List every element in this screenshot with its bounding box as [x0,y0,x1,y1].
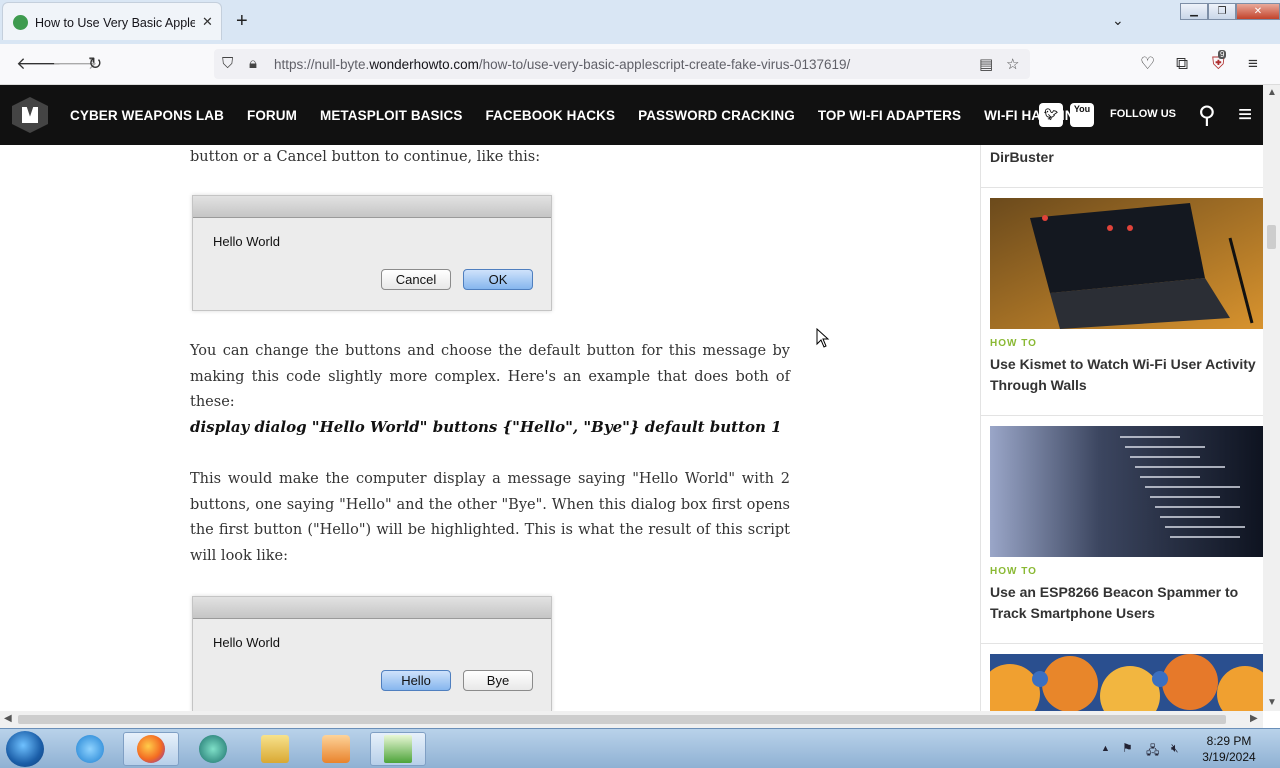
reader-view-icon[interactable]: ▤ [979,55,993,73]
start-button[interactable] [6,731,44,767]
mouse-cursor-icon [816,328,830,348]
sidebar-article-title[interactable]: Use an ESP8266 Beacon Spammer to Track S… [990,582,1263,624]
sidebar-article-title[interactable]: DirBuster [990,147,1263,168]
taskbar-internet-explorer[interactable] [62,732,118,766]
close-window-button[interactable]: ✕ [1236,3,1280,20]
internet-explorer-icon [76,735,104,763]
ok-button: OK [463,269,533,290]
script-editor-icon [384,735,412,763]
app-globe-icon [199,735,227,763]
nav-link-facebook-hacks[interactable]: FACEBOOK HACKS [485,108,615,123]
navigation-toolbar: 🡐 🡒 ↻ ⛉ 🔒︎ https://null-byte.wonderhowto… [0,44,1280,85]
sidebar-thumbnail-laptop[interactable] [990,198,1263,329]
taskbar-app[interactable] [185,732,241,766]
cancel-button: Cancel [381,269,451,290]
site-header: CYBER WEAPONS LAB FORUM METASPLOIT BASIC… [0,85,1263,145]
scroll-up-icon[interactable]: ▲ [1267,87,1277,98]
article-paragraph: This would make the computer display a m… [190,471,790,564]
site-favicon-icon [13,15,28,30]
nav-link-password-cracking[interactable]: PASSWORD CRACKING [638,108,795,123]
nav-link-top-wifi-adapters[interactable]: TOP WI-FI ADAPTERS [818,108,961,123]
dialog-message: Hello World [213,635,280,650]
taskbar-firefox[interactable] [123,732,179,766]
vertical-scroll-thumb[interactable] [1267,225,1276,249]
article-paragraph: You can change the buttons and choose th… [190,343,790,410]
taskbar-script-editor[interactable] [370,732,426,766]
volume-muted-icon[interactable]: 🔇︎ [1171,741,1179,756]
address-bar[interactable]: ⛉ 🔒︎ https://null-byte.wonderhowto.com/h… [214,49,1030,79]
wonderhowto-logo-icon[interactable] [12,97,48,133]
horizontal-scroll-thumb[interactable] [18,715,1226,724]
action-center-flag-icon[interactable]: ⚑ [1122,741,1133,755]
youtube-icon[interactable]: You [1070,103,1094,127]
vertical-scrollbar[interactable]: ▲ ▼ [1263,85,1280,711]
tab-title: How to Use Very Basic AppleScri [35,16,195,30]
code-snippet: display dialog "Hello World" buttons {"H… [190,418,782,436]
folder-icon [261,735,289,763]
follow-us-label: FOLLOW US [1110,108,1176,120]
show-hidden-icons[interactable]: ▲ [1101,743,1110,753]
tab-bar: How to Use Very Basic AppleScri ✕ + ⌄ ▁ … [0,0,1280,44]
network-icon[interactable]: 🖧︎ [1146,741,1159,762]
search-icon[interactable]: ⚲ [1198,101,1216,130]
minimize-button[interactable]: ▁ [1180,3,1208,20]
lock-icon[interactable]: 🔒︎ [249,55,257,72]
sidebar-divider [980,187,1263,188]
twitter-icon[interactable]: 🐦︎ [1039,103,1063,127]
article-paragraph: button or a Cancel button to continue, l… [190,149,541,165]
shield-icon[interactable]: ⛉ [222,55,233,72]
media-player-icon [322,735,350,763]
window-controls: ▁ ❐ ✕ [1180,3,1280,20]
pocket-icon[interactable]: ♡ [1140,54,1155,74]
firefox-icon [137,735,165,763]
url-text[interactable]: https://null-byte.wonderhowto.com/how-to… [274,57,850,72]
dialog-titlebar [193,597,551,619]
scroll-down-icon[interactable]: ▼ [1267,697,1277,708]
dialog-example-1: Hello World Cancel OK [192,195,552,311]
taskbar-media-player[interactable] [308,732,364,766]
windows-taskbar: ▲ ⚑ 🖧︎ 🔇︎ 8:29 PM 3/19/2024 [0,728,1280,768]
hamburger-menu-icon[interactable]: ≡ [1238,101,1252,129]
extension-badge: 9 [1218,50,1227,59]
extensions-icon[interactable]: ⧉ [1176,54,1188,74]
close-tab-icon[interactable]: ✕ [202,14,213,30]
sidebar-tag: HOW TO [990,338,1037,349]
bye-button: Bye [463,670,533,691]
nav-link-metasploit-basics[interactable]: METASPLOIT BASICS [320,108,462,123]
sidebar-divider [980,643,1263,644]
restore-button[interactable]: ❐ [1208,3,1236,20]
horizontal-scrollbar[interactable]: ◀ ▶ [0,711,1263,728]
dialog-titlebar [193,196,551,218]
reload-icon[interactable]: ↻ [88,54,102,74]
dialog-message: Hello World [213,234,280,249]
nav-link-cyber-weapons-lab[interactable]: CYBER WEAPONS LAB [70,108,224,123]
clock-date: 3/19/2024 [1202,750,1256,764]
sidebar-article-title[interactable]: Use Kismet to Watch Wi-Fi User Activity … [990,354,1263,396]
nav-link-forum[interactable]: FORUM [247,108,297,123]
scroll-left-icon[interactable]: ◀ [4,713,12,724]
menu-icon[interactable]: ≡ [1248,54,1258,74]
sidebar-thumbnail-firefox[interactable] [990,654,1263,711]
system-clock[interactable]: 8:29 PM 3/19/2024 [1196,733,1262,765]
sidebar-divider [980,415,1263,416]
bookmark-star-icon[interactable]: ☆ [1006,55,1019,73]
clock-time: 8:29 PM [1206,734,1252,748]
hello-button: Hello [381,670,451,691]
site-nav: CYBER WEAPONS LAB FORUM METASPLOIT BASIC… [70,85,1108,145]
list-tabs-icon[interactable]: ⌄ [1112,12,1124,29]
sidebar-thumbnail-screen[interactable] [990,426,1263,557]
sidebar-tag: HOW TO [990,566,1037,577]
scroll-right-icon[interactable]: ▶ [1250,713,1258,724]
taskbar-explorer[interactable] [247,732,303,766]
active-tab[interactable]: How to Use Very Basic AppleScri ✕ [2,2,222,40]
page-content: button or a Cancel button to continue, l… [0,145,1263,711]
new-tab-button[interactable]: + [236,10,248,33]
dialog-example-2: Hello World Hello Bye [192,596,552,711]
